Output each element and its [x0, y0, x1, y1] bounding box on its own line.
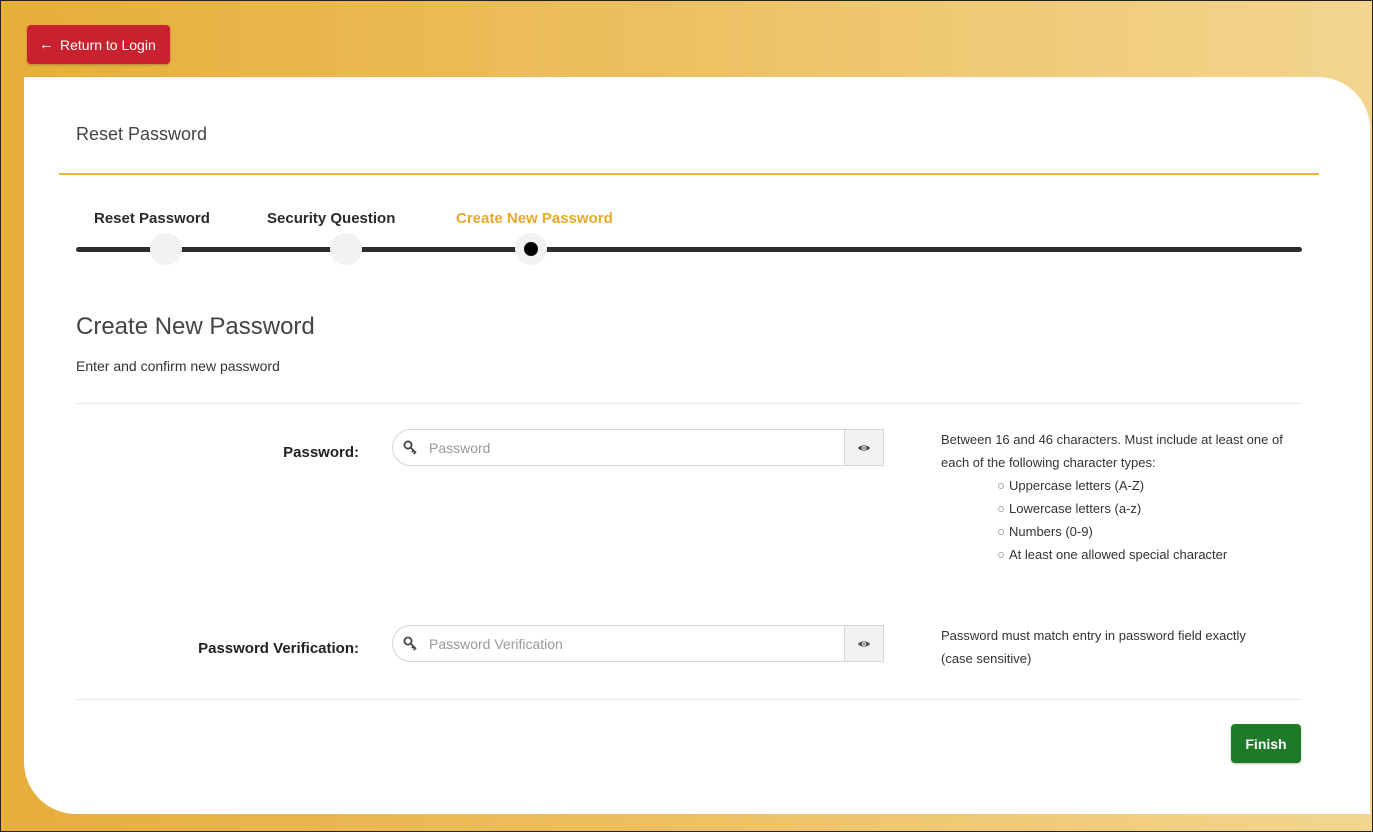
reset-password-card: Reset Password Reset Password Security Q…: [24, 77, 1370, 814]
show-verification-eye-icon[interactable]: [844, 626, 883, 661]
step-label-reset-password: Reset Password: [94, 210, 210, 227]
password-verification-input[interactable]: [429, 626, 844, 661]
card-title: Reset Password: [76, 124, 208, 144]
section-subtitle: Enter and confirm new password: [76, 358, 280, 374]
verification-help: Password must match entry in password fi…: [941, 624, 1271, 670]
step-dot-reset-password: [150, 233, 182, 265]
password-help-text: Between 16 and 46 characters. Must inclu…: [941, 432, 1283, 470]
divider-top: [76, 403, 1302, 404]
password-requirements-list: Uppercase letters (A-Z) Lowercase letter…: [941, 474, 1301, 566]
title-divider: [59, 173, 1319, 175]
password-input-group: [392, 429, 884, 466]
show-password-eye-icon[interactable]: [844, 430, 883, 465]
step-dot-security-question: [330, 233, 362, 265]
requirement-numbers: Numbers (0-9): [998, 520, 1301, 543]
key-icon: [393, 626, 429, 661]
finish-button[interactable]: Finish: [1231, 724, 1301, 763]
key-icon: [393, 430, 429, 465]
return-to-login-label: Return to Login: [60, 36, 156, 53]
return-to-login-button[interactable]: ← Return to Login: [27, 25, 170, 64]
verification-help-text: Password must match entry in password fi…: [941, 628, 1246, 666]
arrow-left-icon: ←: [39, 36, 54, 53]
section-title: Create New Password: [76, 313, 315, 340]
step-label-security-question: Security Question: [267, 210, 396, 227]
divider-bottom: [76, 699, 1302, 700]
requirement-lowercase: Lowercase letters (a-z): [998, 497, 1301, 520]
progress-track: [76, 247, 1302, 252]
password-verification-input-group: [392, 625, 884, 662]
requirement-special-character: At least one allowed special character: [998, 543, 1301, 566]
step-dot-create-new-password: [515, 233, 547, 265]
password-input[interactable]: [429, 430, 844, 465]
password-label: Password:: [283, 444, 359, 461]
step-label-create-new-password: Create New Password: [456, 210, 613, 227]
requirement-uppercase: Uppercase letters (A-Z): [998, 474, 1301, 497]
password-verification-label: Password Verification:: [198, 640, 359, 657]
password-help: Between 16 and 46 characters. Must inclu…: [941, 428, 1301, 566]
